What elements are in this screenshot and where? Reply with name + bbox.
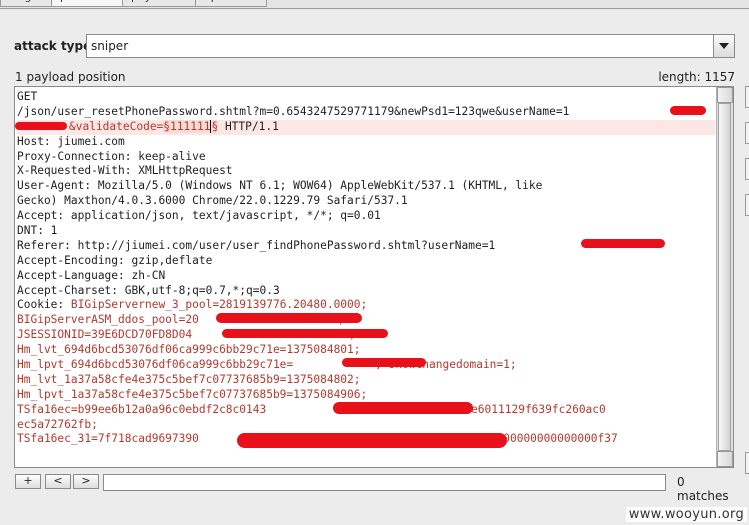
tab-bar: target positions payloads options xyxy=(0,0,749,9)
redaction-mark xyxy=(581,239,665,248)
payload-position-marker: §111111§ xyxy=(163,119,219,133)
scroll-up-arrow[interactable] xyxy=(717,87,733,103)
cookie-line: Cookie: BIGipServernew_3_pool=2819139776… xyxy=(17,298,368,312)
redaction-mark xyxy=(15,122,67,130)
request-line: DNT: 1 xyxy=(17,224,58,238)
previous-match-button[interactable]: < xyxy=(45,474,71,489)
chevron-down-icon xyxy=(719,43,729,49)
vertical-scrollbar[interactable] xyxy=(716,87,733,467)
cookie-line: ec5a72762fb; xyxy=(17,417,98,431)
side-bottom-button[interactable] xyxy=(745,452,749,474)
request-line: Accept: application/json, text/javascrip… xyxy=(17,209,381,223)
cookie-text: Hm_lpvt_694d6bcd53076df06ca999c6bb29c71e… xyxy=(17,358,294,372)
request-line: Accept-Language: zh-CN xyxy=(17,268,166,282)
tab-positions[interactable]: positions xyxy=(51,0,123,7)
redaction-mark xyxy=(333,402,473,414)
request-line-text: /json/user_resetPhonePassword.shtml?m=0.… xyxy=(17,104,570,118)
redaction-mark xyxy=(222,329,388,338)
match-count: 0 matches xyxy=(677,475,729,503)
request-line: Accept-Encoding: gzip,deflate xyxy=(17,253,213,267)
next-match-button[interactable]: > xyxy=(73,474,99,489)
tab-payloads[interactable]: payloads xyxy=(122,0,196,7)
cookie-line: Hm_lvt_1a37a58cfe4e375c5bef7c07737685b9=… xyxy=(17,372,361,386)
request-editor[interactable]: GET/json/user_resetPhonePassword.shtml?m… xyxy=(14,86,734,468)
scroll-thumb[interactable] xyxy=(718,103,731,451)
scroll-down-arrow[interactable] xyxy=(717,451,733,467)
cookie-text: BIGipServerASM_ddos_pool=20 xyxy=(17,313,199,327)
cookie-text: JSESSIONID=39E6DCD70FD8D04 xyxy=(17,328,193,342)
tab-positions-label: positions xyxy=(60,0,109,3)
cookie-line: Hm_lpvt_1a37a58cfe4e375c5bef7c07737685b9… xyxy=(17,387,368,401)
tab-target-label: target xyxy=(9,0,42,3)
attack-type-label: attack type xyxy=(14,39,92,53)
add-search-button[interactable]: + xyxy=(15,474,41,489)
request-line-payload: &validateCode=§111111§ HTTP/1.1 xyxy=(17,119,715,135)
cookie-line: Hm_lvt_694d6bcd53076df06ca999c6bb29c71e=… xyxy=(17,343,361,357)
request-line: Accept-Charset: GBK,utf-8;q=0.7,*;q=0.3 xyxy=(17,283,280,297)
cookie-text: TSfa16ec=b99ee6b12a0a96c0ebdf2c8c0143 xyxy=(17,402,267,416)
request-line: X-Requested-With: XMLHttpRequest xyxy=(17,164,233,178)
request-line: GET xyxy=(17,90,38,103)
redaction-mark xyxy=(237,433,507,448)
side-add-button[interactable] xyxy=(745,86,749,108)
cookie-value: BIGipServernew_3_pool=2819139776.20480.0… xyxy=(70,298,368,312)
tab-options-label: options xyxy=(204,0,245,3)
side-clear-button[interactable] xyxy=(745,122,749,144)
validate-code-param: &validateCode=§111111§ HTTP/1.1 xyxy=(69,119,279,133)
redaction-mark xyxy=(342,358,426,367)
tab-options[interactable]: options xyxy=(195,0,267,7)
request-line: Host: jiumei.com xyxy=(17,134,125,148)
request-line: User-Agent: Mozilla/5.0 (Windows NT 6.1;… xyxy=(17,179,543,193)
side-auto-button[interactable] xyxy=(745,158,749,180)
redaction-mark xyxy=(216,313,362,323)
tab-payloads-label: payloads xyxy=(131,0,180,3)
dropdown-button[interactable] xyxy=(713,35,734,57)
search-input[interactable] xyxy=(103,474,666,491)
request-line: Proxy-Connection: keep-alive xyxy=(17,149,206,163)
payload-position-count: 1 payload position xyxy=(15,70,126,84)
redaction-mark xyxy=(670,106,706,115)
request-line: /json/user_resetPhonePassword.shtml?m=0.… xyxy=(17,105,715,120)
attack-type-value: sniper xyxy=(91,39,129,53)
request-length: length: 1157 xyxy=(658,70,735,84)
cookie-line: BIGipServerASM_ddos_pool=200000; xyxy=(17,313,715,328)
request-line: Gecko) Maxthon/4.0.3.6000 Chrome/22.0.12… xyxy=(17,194,408,208)
watermark: www.wooyun.org xyxy=(625,507,747,522)
attack-type-select[interactable]: sniper xyxy=(86,34,735,58)
side-refresh-button[interactable] xyxy=(745,194,749,216)
tab-target[interactable]: target xyxy=(0,0,52,7)
cookie-text: TSfa16ec_31=7f718cad9697390 xyxy=(17,432,199,446)
